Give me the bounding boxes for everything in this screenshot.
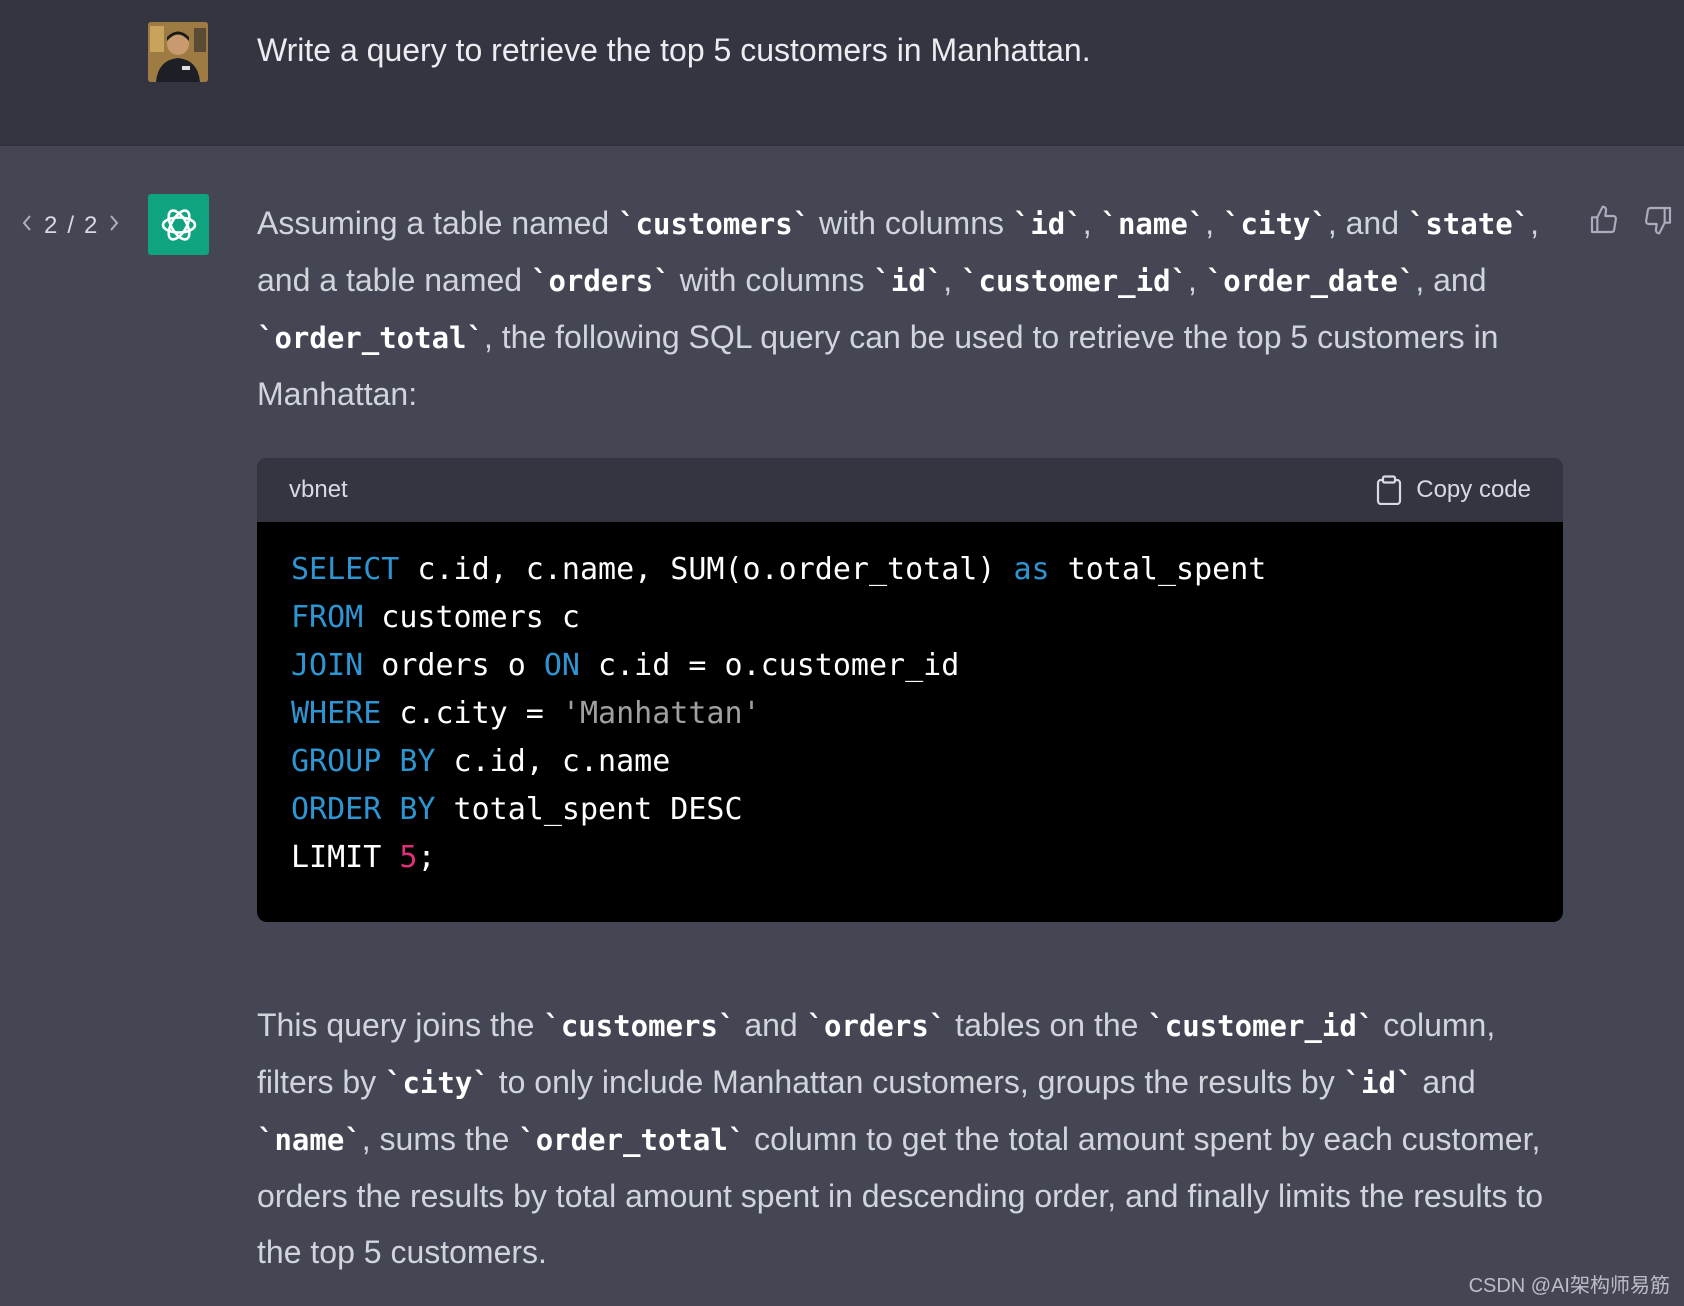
inline-code: `customer_id` <box>1147 1009 1375 1043</box>
clipboard-icon <box>1377 475 1402 505</box>
code-line: SELECT c.id, c.name, SUM(o.order_total) … <box>291 546 1529 594</box>
inline-code: `id` <box>1012 207 1083 241</box>
code-content: SELECT c.id, c.name, SUM(o.order_total) … <box>257 522 1563 906</box>
code-block-header: vbnet Copy code <box>257 458 1563 522</box>
inline-code: `name` <box>1100 207 1206 241</box>
code-token: ORDER <box>291 792 382 827</box>
code-token: c.id, c.name <box>435 744 671 779</box>
text-run: , <box>1082 205 1101 241</box>
code-token: c.id, c.name, SUM(o.order_total) <box>399 552 1014 587</box>
code-line: LIMIT 5; <box>291 834 1529 882</box>
pager-total: 2 <box>84 212 98 239</box>
pager-separator: / <box>67 212 75 239</box>
text-run: , and <box>1327 205 1408 241</box>
inline-code: `order_total` <box>257 321 484 355</box>
thumbs-up-icon <box>1590 205 1617 234</box>
inline-code: `customers` <box>543 1009 736 1043</box>
inline-code: `order_total` <box>518 1123 746 1157</box>
text-run: tables on the <box>946 1007 1148 1043</box>
assistant-outro: This query joins the `customers` and `or… <box>257 997 1567 1280</box>
code-token: total_spent <box>1049 552 1267 587</box>
inline-code: `order_date` <box>1205 264 1416 298</box>
assistant-avatar <box>148 194 209 255</box>
watermark: CSDN @AI架构师易筋 <box>1468 1275 1670 1297</box>
code-line: WHERE c.city = 'Manhattan' <box>291 690 1529 738</box>
code-token: BY <box>399 792 436 827</box>
code-token: ; <box>417 840 436 875</box>
code-token: c.id = o.customer_id <box>580 648 960 683</box>
text-run: and <box>735 1007 807 1043</box>
text-run: , <box>1205 205 1224 241</box>
user-avatar-image <box>148 22 208 82</box>
response-pager: 2 / 2 <box>20 210 121 242</box>
code-language-label: vbnet <box>289 476 348 503</box>
code-token: total_spent DESC <box>435 792 743 827</box>
copy-code-label: Copy code <box>1416 476 1531 503</box>
code-token: JOIN <box>291 648 364 683</box>
inline-code: `name` <box>257 1123 362 1157</box>
thumbs-down-button[interactable] <box>1640 202 1676 238</box>
openai-logo-icon <box>161 208 196 241</box>
code-token: BY <box>399 744 436 779</box>
inline-code: `customer_id` <box>961 264 1189 298</box>
code-token: as <box>1013 552 1050 587</box>
code-line: GROUP BY c.id, c.name <box>291 738 1529 786</box>
outro-paragraph: This query joins the `customers` and `or… <box>257 997 1567 1280</box>
chevron-right-icon[interactable] <box>107 212 121 240</box>
text-run: Assuming a table named <box>257 205 619 241</box>
code-token: WHERE <box>291 696 382 731</box>
pager-current: 2 <box>44 212 58 239</box>
text-run: with columns <box>810 205 1013 241</box>
user-message-row: Write a query to retrieve the top 5 cust… <box>0 0 1684 146</box>
copy-code-button[interactable]: Copy code <box>1376 475 1531 505</box>
chevron-left-icon[interactable] <box>20 212 34 240</box>
text-run: with columns <box>670 262 874 298</box>
user-avatar <box>148 22 208 82</box>
inline-code: `state` <box>1407 207 1531 241</box>
code-line: JOIN orders o ON c.id = o.customer_id <box>291 642 1529 690</box>
code-token: FROM <box>291 600 364 635</box>
assistant-intro: Assuming a table named `customers` with … <box>257 195 1567 422</box>
code-token: 5 <box>399 840 418 875</box>
text-run: , <box>943 262 962 298</box>
code-token: ON <box>543 648 580 683</box>
text-run: , and <box>1415 262 1487 298</box>
thumbs-down-icon <box>1645 206 1672 235</box>
inline-code: `city` <box>385 1066 490 1100</box>
text-run: to only include Manhattan customers, gro… <box>489 1064 1344 1100</box>
code-token: customers c <box>363 600 580 635</box>
inline-code: `id` <box>1343 1066 1414 1100</box>
code-token: GROUP <box>291 744 382 779</box>
inline-code: `customers` <box>618 207 811 241</box>
code-token: c.city = <box>381 696 562 731</box>
inline-code: `id` <box>873 264 944 298</box>
code-line: ORDER BY total_spent DESC <box>291 786 1529 834</box>
text-run: , sums the <box>361 1121 519 1157</box>
inline-code: `orders` <box>806 1009 947 1043</box>
code-token: orders o <box>363 648 544 683</box>
intro-paragraph: Assuming a table named `customers` with … <box>257 195 1567 422</box>
thumbs-up-button[interactable] <box>1586 202 1622 238</box>
inline-code: `orders` <box>530 264 671 298</box>
code-line: FROM customers c <box>291 594 1529 642</box>
code-token: SELECT <box>291 552 400 587</box>
user-message-text: Write a query to retrieve the top 5 cust… <box>257 32 1091 68</box>
code-token: LIMIT <box>291 840 400 875</box>
text-run: , <box>1188 262 1206 298</box>
text-run: and <box>1413 1064 1476 1100</box>
code-token: 'Manhattan' <box>561 696 761 731</box>
code-block: vbnet Copy code SELECT c.id, c.name, SUM… <box>257 458 1563 922</box>
inline-code: `city` <box>1223 207 1328 241</box>
text-run: This query joins the <box>257 1007 544 1043</box>
